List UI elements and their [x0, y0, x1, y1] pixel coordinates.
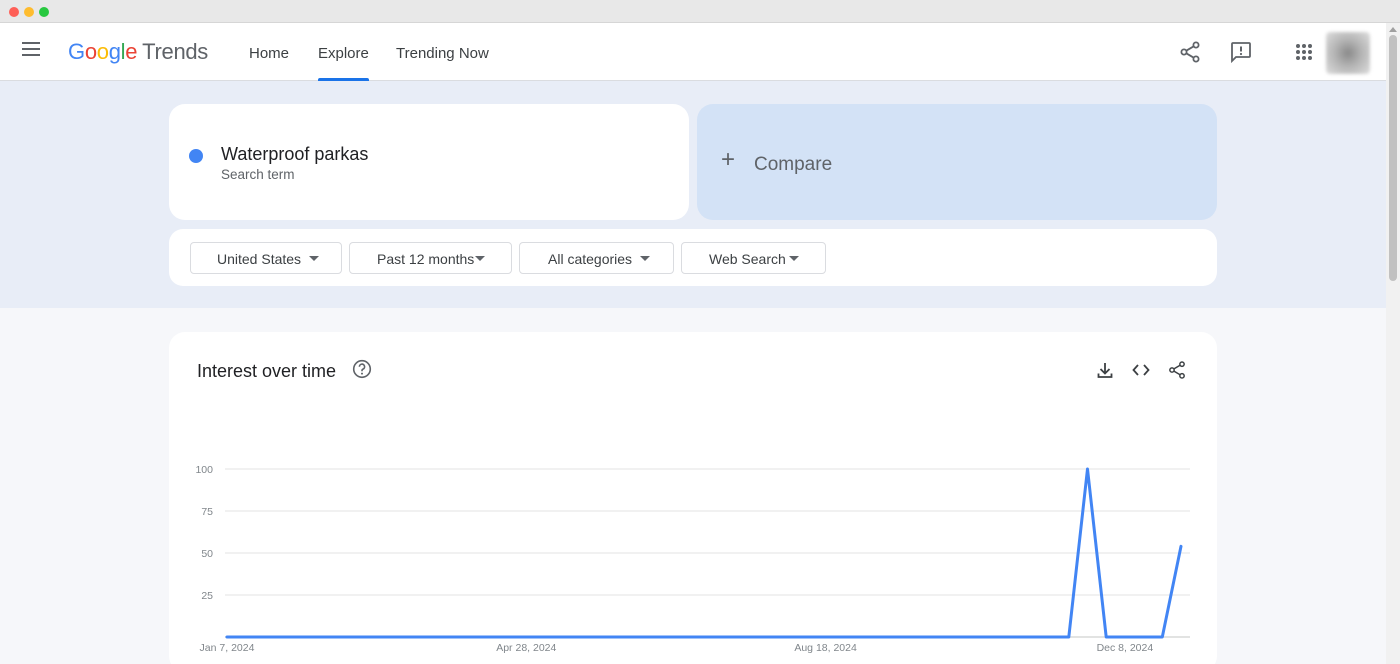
chevron-down-icon [309, 256, 319, 261]
search-term-name[interactable]: Waterproof parkas [221, 144, 368, 165]
minimize-window-button[interactable] [24, 7, 34, 17]
filter-bar: United States Past 12 months All categor… [169, 229, 1217, 286]
x-tick-label: Apr 28, 2024 [496, 642, 556, 654]
logo-letter: G [68, 39, 85, 64]
x-tick-label: Aug 18, 2024 [794, 642, 857, 654]
tab-home[interactable]: Home [249, 45, 289, 62]
page-scrollbar[interactable] [1386, 23, 1400, 664]
time-range-filter[interactable]: Past 12 months [349, 242, 512, 274]
compare-button[interactable]: + Compare [697, 104, 1217, 220]
logo-letter: e [125, 39, 138, 64]
google-trends-logo[interactable]: Google Trends [68, 39, 208, 65]
scroll-up-arrow[interactable] [1389, 27, 1397, 32]
search-term-type: Search term [221, 167, 295, 182]
logo-letter: o [96, 39, 109, 64]
plus-icon: + [721, 146, 736, 173]
close-window-button[interactable] [9, 7, 19, 17]
search-term-card[interactable]: Waterproof parkas Search term [169, 104, 689, 220]
chevron-down-icon [475, 256, 485, 261]
category-filter[interactable]: All categories [519, 242, 674, 274]
chevron-down-icon [789, 256, 799, 261]
logo-trends: Trends [142, 39, 209, 64]
logo-google-text: Google [68, 39, 137, 64]
y-tick-label: 75 [201, 506, 213, 518]
region-filter[interactable]: United States [190, 242, 342, 274]
y-tick-label: 100 [195, 464, 213, 476]
x-tick-label: Dec 8, 2024 [1097, 642, 1154, 654]
y-tick-label: 25 [201, 590, 213, 602]
avatar[interactable] [1326, 32, 1370, 74]
compare-label: Compare [754, 154, 833, 175]
interest-over-time-chart: 25 50 75 100 Jan 7, 2024 Apr 28, 2024 Aug 18, … [195, 464, 1190, 654]
x-tick-label: Jan 7, 2024 [200, 642, 255, 654]
apps-icon[interactable] [1292, 40, 1316, 64]
menu-icon[interactable] [22, 42, 42, 62]
tab-trending-now[interactable]: Trending Now [396, 45, 489, 62]
logo-letter: g [108, 39, 121, 64]
filter-label: Past 12 months [377, 251, 475, 267]
series-color-dot [189, 149, 203, 163]
window-titlebar [0, 0, 1400, 23]
filter-label: United States [217, 251, 302, 267]
share-icon[interactable] [1178, 40, 1202, 64]
interest-over-time-card: Interest over time 25 50 75 100 Jan 7, 2024 A… [169, 332, 1217, 664]
filter-label: Web Search [709, 251, 786, 267]
filter-label: All categories [548, 251, 633, 267]
maximize-window-button[interactable] [39, 7, 49, 17]
y-tick-label: 50 [201, 548, 213, 560]
app-header: Google Trends Home Explore Trending Now [0, 23, 1386, 81]
tab-explore[interactable]: Explore [318, 45, 369, 81]
chevron-down-icon [640, 256, 650, 261]
feedback-icon[interactable] [1229, 40, 1253, 64]
logo-google: Google [68, 39, 137, 64]
search-type-filter[interactable]: Web Search [681, 242, 826, 274]
scrollbar-thumb[interactable] [1389, 35, 1397, 281]
logo-letter: o [84, 39, 97, 64]
